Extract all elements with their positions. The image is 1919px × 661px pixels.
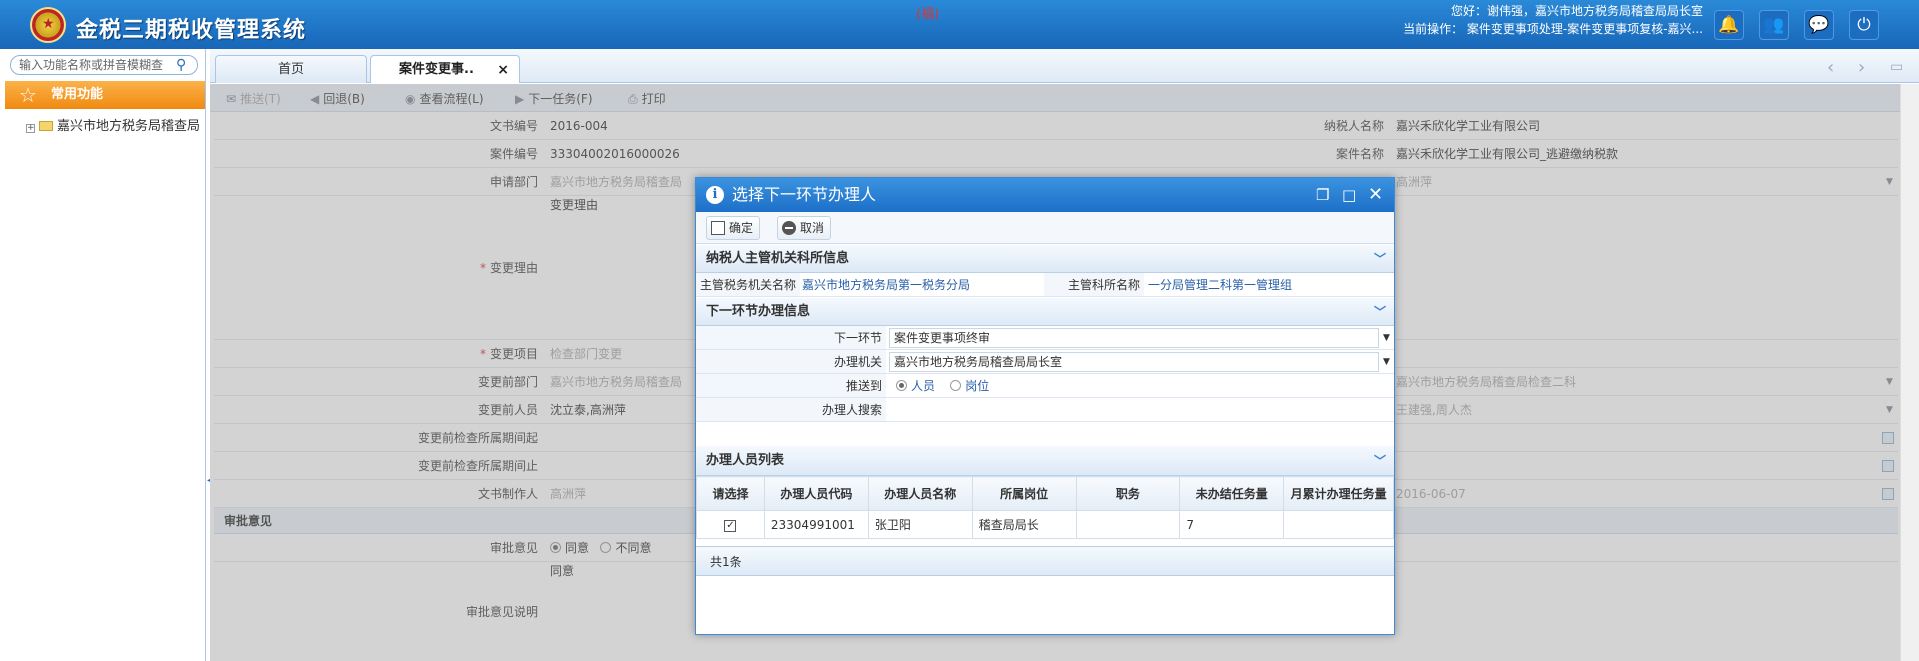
tax-emblem-logo: ★ [30,7,66,43]
power-icon[interactable]: ⏻ [1849,10,1879,40]
column-header[interactable]: 办理人员名称 [867,476,973,511]
section-office-value: 一分局管理二科第一管理组 [1148,278,1293,292]
push-to-row: 推送到 人员 岗位 [696,374,1394,398]
row-checkbox[interactable]: ✓ [724,520,737,532]
maximize-icon[interactable]: □ [1342,178,1356,212]
tax-office-value: 嘉兴市地方税务局第一税务分局 [802,278,971,292]
cancel-button[interactable]: 取消 [777,216,832,240]
handler-search-input[interactable] [889,400,1379,420]
save-icon [711,221,725,235]
section-next-step[interactable]: 下一环节办理信息 ﹀ [696,298,1394,326]
scroll-right-icon[interactable]: › [1858,57,1865,78]
cancel-icon [782,221,796,235]
push-to-label: 推送到 [696,374,886,397]
tree-item-root[interactable]: + 嘉兴市地方税务局稽查局 [26,115,200,134]
column-header[interactable]: 未办结任务量 [1179,476,1285,511]
tax-office-row: 主管税务机关名称 嘉兴市地方税务局第一税务分局 主管科所名称 一分局管理二科第一… [696,273,1394,297]
tab-bar: 首页 案件变更事.. × ‹ › ▭ [210,49,1919,83]
expand-icon[interactable]: + [26,124,35,133]
dropdown-arrow-icon[interactable]: ▼ [1383,326,1390,350]
dialog-title: 选择下一环节办理人 [732,185,877,204]
tab-home-label: 首页 [277,62,304,77]
next-step-label: 下一环节 [696,326,886,349]
star-icon: ☆ [19,83,37,107]
next-step-row: 下一环节 案件变更事项终审 ▼ [696,326,1394,350]
handler-name: 张卫阳 [867,510,973,539]
function-search-input[interactable]: 输入功能名称或拼音模糊查 [10,55,198,75]
section-office-label: 主管科所名称 [1044,273,1144,296]
bell-icon[interactable]: 🔔 [1714,10,1744,40]
column-header[interactable]: 办理人员代码 [763,476,869,511]
close-icon[interactable]: × [497,56,509,84]
handler-pending: 7 [1179,510,1285,539]
scroll-left-icon[interactable]: ‹ [1827,57,1834,78]
favorites-label: 常用功能 [51,87,104,102]
greeting: 您好：谢伟强，嘉兴市地方税务局稽查局局长室 [1450,4,1703,18]
handling-org-row: 办理机关 嘉兴市地方税务局稽查局局长室 ▼ [696,350,1394,374]
tab-home[interactable]: 首页 [215,55,367,83]
handling-org-select[interactable]: 嘉兴市地方税务局稽查局局长室 [889,352,1379,372]
tab-case-change[interactable]: 案件变更事.. × [370,55,520,83]
handling-org-label: 办理机关 [696,350,886,373]
handler-search-label: 办理人搜索 [696,398,886,421]
dialog-toolbar: 确定 取消 [696,212,1394,244]
user-info: 您好：谢伟强，嘉兴市地方税务局稽查局局长室 当前操作： 案件变更事项处理-案件变… [1403,2,1703,38]
app-title: 金税三期税收管理系统 [76,18,307,43]
handler-code: 23304991001 [763,510,869,539]
total-count: 共1条 [696,546,1394,576]
column-header[interactable]: 所属岗位 [971,476,1077,511]
dropdown-arrow-icon[interactable]: ▼ [1383,350,1390,374]
handler-title [1075,510,1181,539]
section-tax-office[interactable]: 纳税人主管机关科所信息 ﹀ [696,245,1394,273]
tab-case-change-label: 案件变更事.. [399,62,474,77]
search-icon[interactable]: ⚲ [176,57,186,73]
chevron-down-icon[interactable]: ﹀ [1374,446,1386,476]
column-header[interactable]: 职务 [1075,476,1181,511]
chat-icon[interactable]: 💬 [1804,10,1834,40]
folder-icon [39,121,53,131]
tax-office-label: 主管税务机关名称 [696,273,800,296]
post-radio-label: 岗位 [965,379,990,393]
select-handler-dialog: i 选择下一环节办理人 ❐ □ ✕ 确定 取消 纳税人主管机关科所信息 ﹀ 主管税… [695,177,1395,635]
post-radio[interactable] [950,380,962,391]
handler-search-row: 办理人搜索 [696,398,1394,422]
table-header-row: 请选择 办理人员代码 办理人员名称 所属岗位 职务 未办结任务量 月累计办理任务… [696,476,1394,511]
ok-button[interactable]: 确定 [706,216,761,240]
push-to-radios: 人员 岗位 [896,374,989,398]
handler-post: 稽查局局长 [971,510,1077,539]
users-icon[interactable]: 👥 [1759,10,1789,40]
handler-table: 请选择 办理人员代码 办理人员名称 所属岗位 职务 未办结任务量 月累计办理任务… [696,476,1394,539]
center-mark: (福) [916,7,940,22]
chevron-down-icon[interactable]: ﹀ [1374,245,1386,273]
app-header: ★ 金税三期税收管理系统 (福) 您好：谢伟强，嘉兴市地方税务局稽查局局长室 当… [0,0,1919,49]
favorites-header[interactable]: ☆ 常用功能 [5,81,205,109]
sidebar: 输入功能名称或拼音模糊查 ⚲ ☆ 常用功能 + 嘉兴市地方税务局稽查局 [0,49,206,661]
info-icon: i [706,186,724,204]
handler-monthly [1283,510,1394,539]
window-icon[interactable]: ▭ [1890,59,1903,75]
page-scrollbar[interactable] [1900,84,1919,661]
next-step-select[interactable]: 案件变更事项终审 [889,328,1379,348]
person-radio[interactable] [896,380,907,391]
dialog-titlebar[interactable]: i 选择下一环节办理人 ❐ □ ✕ [696,178,1394,212]
chevron-down-icon[interactable]: ﹀ [1374,298,1386,326]
column-header[interactable]: 请选择 [696,476,765,511]
close-icon[interactable]: ✕ [1368,178,1383,212]
restore-icon[interactable]: ❐ [1316,178,1329,212]
person-radio-label: 人员 [911,379,936,393]
tree-item-label: 嘉兴市地方税务局稽查局 [57,119,201,134]
section-handler-list[interactable]: 办理人员列表 ﹀ [696,446,1394,476]
current-operation: 当前操作： 案件变更事项处理-案件变更事项复核-嘉兴... [1403,22,1703,36]
column-header[interactable]: 月累计办理任务量 [1283,476,1394,511]
table-row[interactable]: ✓ 23304991001 张卫阳 稽查局局长 7 [696,510,1394,539]
